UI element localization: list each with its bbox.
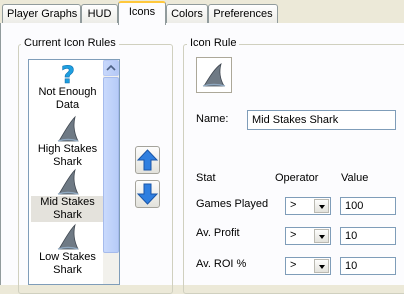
name-label: Name: (196, 113, 229, 125)
stat-header: Stat (196, 172, 216, 184)
current-icon-rules-title: Current Icon Rules (21, 37, 119, 49)
chevron-up-icon (106, 64, 116, 71)
shark-fin-icon (57, 115, 79, 142)
list-item-label: High Stakes (37, 143, 98, 155)
tab-colors[interactable]: Colors (166, 4, 208, 24)
scroll-thumb[interactable] (103, 77, 119, 253)
shark-fin-icon (57, 223, 79, 250)
list-item-label: Not Enough (38, 86, 97, 98)
list-item-label: Shark (53, 209, 82, 221)
list-scrollbar[interactable] (103, 60, 119, 284)
icon-preview[interactable] (196, 57, 232, 93)
chevron-down-icon[interactable] (314, 229, 329, 243)
operator-value: > (290, 229, 297, 241)
operator-value: > (290, 259, 297, 271)
list-item-label: Low Stakes (39, 251, 96, 263)
value-header: Value (341, 172, 369, 184)
operator-select[interactable]: > (285, 257, 331, 275)
tab-player-graphs[interactable]: Player Graphs (2, 4, 81, 24)
stat-label: Games Played (196, 198, 269, 210)
operator-select[interactable]: > (285, 197, 331, 215)
value-field[interactable]: 10 (340, 257, 396, 275)
icon-rule-title: Icon Rule (187, 37, 240, 49)
list-item[interactable]: ? Not Enough Data (31, 62, 104, 112)
stat-label: Av. ROI % (196, 258, 247, 270)
move-down-button[interactable] (135, 180, 160, 208)
shark-fin-icon (202, 63, 226, 87)
operator-value: > (290, 199, 297, 211)
list-item-label: Mid Stakes (40, 196, 95, 208)
operator-header: Operator (275, 172, 319, 184)
tab-icons[interactable]: Icons (118, 1, 166, 25)
tab-strip: Player Graphs HUD Icons Colors Preferenc… (0, 0, 404, 25)
value-field[interactable]: 10 (340, 227, 396, 245)
icon-rules-list[interactable]: ? Not Enough Data High Stakes Shark Mid St… (28, 59, 120, 285)
list-item[interactable]: Low Stakes Shark (31, 223, 104, 277)
list-item-selected[interactable]: Mid Stakes Shark (31, 168, 104, 222)
shark-fin-icon (57, 168, 79, 195)
name-field[interactable]: Mid Stakes Shark (247, 110, 396, 130)
chevron-down-icon[interactable] (314, 199, 329, 213)
tab-preferences[interactable]: Preferences (208, 4, 278, 24)
list-item[interactable]: High Stakes Shark (31, 115, 104, 169)
tab-hud[interactable]: HUD (81, 4, 118, 24)
scroll-up-button[interactable] (103, 60, 119, 76)
question-mark-icon: ? (60, 62, 75, 86)
value-field[interactable]: 100 (340, 197, 396, 215)
operator-select[interactable]: > (285, 227, 331, 245)
arrow-up-icon (136, 149, 159, 171)
list-item-label: Data (55, 99, 80, 111)
move-up-button[interactable] (135, 146, 160, 174)
chevron-down-icon[interactable] (314, 259, 329, 273)
svg-text:?: ? (61, 62, 75, 86)
stat-label: Av. Profit (196, 227, 240, 239)
arrow-down-icon (136, 183, 159, 205)
list-item-label: Shark (53, 264, 82, 276)
